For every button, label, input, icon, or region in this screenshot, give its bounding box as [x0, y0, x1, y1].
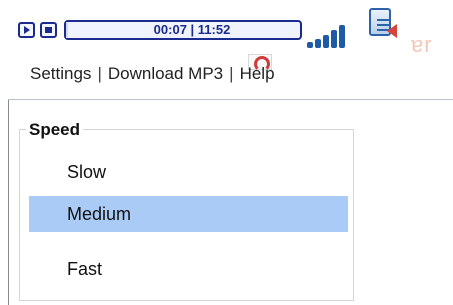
menu-separator: |	[97, 64, 102, 83]
download-mp3-link[interactable]: Download MP3	[108, 64, 223, 84]
speed-heading: Speed	[26, 120, 84, 140]
speed-option-medium[interactable]: Medium	[29, 196, 348, 232]
menu-separator: |	[229, 64, 234, 83]
background-logo: ɐr	[328, 32, 448, 68]
help-link[interactable]: Help	[240, 64, 275, 84]
progress-fill	[66, 22, 69, 38]
speed-option-slow[interactable]: Slow	[29, 154, 348, 190]
play-icon	[24, 26, 30, 34]
time-display: 00:07 | 11:52	[153, 22, 231, 37]
speaker-lines-icon	[377, 19, 389, 21]
speed-option-fast[interactable]: Fast	[29, 251, 348, 287]
stop-icon	[45, 27, 52, 33]
volume-bar-2[interactable]	[315, 39, 321, 48]
stop-button[interactable]	[40, 22, 57, 38]
panel-divider	[8, 99, 453, 100]
player-window: 00:07 | 11:52 ɐr Settings | Download MP3 | H…	[0, 0, 453, 305]
logo-mark: ɐr	[411, 32, 433, 57]
play-button[interactable]	[18, 22, 35, 38]
player-toolbar: 00:07 | 11:52 ɐr Settings | Download MP3 | H…	[0, 0, 453, 99]
speaker-cone-icon	[387, 24, 397, 38]
time-progress-bar[interactable]: 00:07 | 11:52	[64, 20, 302, 40]
panel-edge	[8, 100, 9, 305]
volume-bar-1[interactable]	[307, 42, 313, 48]
settings-link[interactable]: Settings	[30, 64, 91, 84]
speaker-icon[interactable]	[367, 6, 411, 42]
menu-bar: Settings | Download MP3 | Help	[30, 64, 275, 88]
